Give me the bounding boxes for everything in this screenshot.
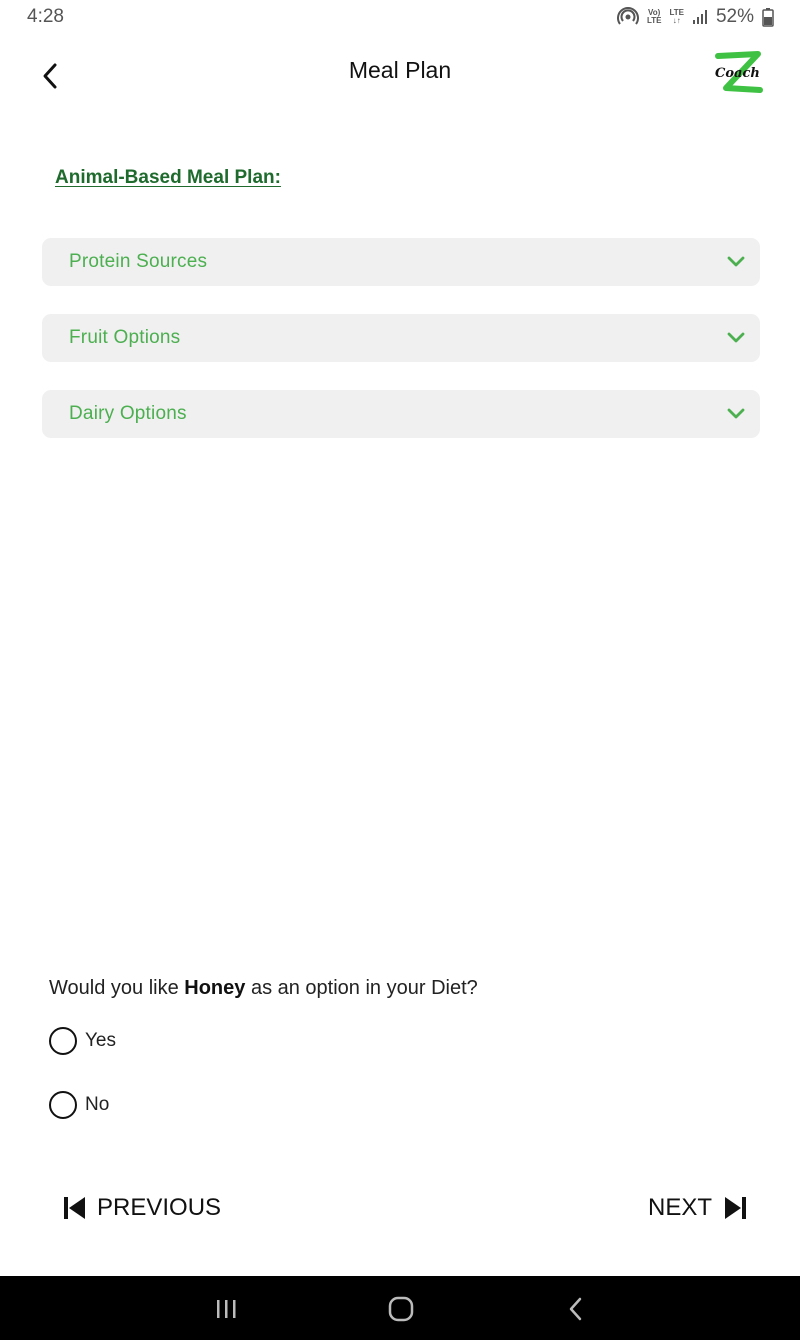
- question-prefix: Would you like: [49, 977, 185, 999]
- radio-option-yes[interactable]: Yes: [49, 1026, 116, 1056]
- home-button[interactable]: [386, 1296, 416, 1322]
- page-title: Meal Plan: [348, 57, 452, 83]
- radio-label: No: [85, 1094, 110, 1115]
- chevron-down-icon: [727, 332, 745, 343]
- chevron-down-icon: [727, 256, 745, 267]
- radio-label: Yes: [85, 1030, 116, 1051]
- status-icons: Vo) LTE LTE ↓↑ 52%: [617, 6, 774, 28]
- system-back-button[interactable]: [562, 1296, 590, 1322]
- radio-button[interactable]: [49, 1027, 77, 1055]
- recent-apps-button[interactable]: [212, 1296, 240, 1322]
- status-time: 4:28: [27, 6, 64, 27]
- previous-button[interactable]: PREVIOUS: [62, 1190, 221, 1226]
- home-icon: [388, 1296, 414, 1322]
- radio-option-no[interactable]: No: [49, 1090, 109, 1120]
- honey-question: Would you like Honey as an option in you…: [49, 977, 478, 1000]
- accordion-label: Dairy Options: [69, 403, 187, 424]
- skip-previous-icon: [64, 1197, 85, 1219]
- coach-z-logo: Coach: [710, 50, 766, 100]
- next-label: NEXT: [648, 1194, 713, 1221]
- hotspot-icon: [617, 7, 639, 25]
- chevron-down-icon: [727, 408, 745, 419]
- status-bar: 4:28 Vo) LTE LTE ↓↑ 52%: [0, 0, 800, 34]
- previous-label: PREVIOUS: [97, 1194, 222, 1221]
- recent-apps-icon: [217, 1300, 236, 1318]
- question-highlight: Honey: [184, 977, 246, 999]
- accordion-label: Protein Sources: [69, 251, 208, 272]
- app-header: Meal Plan Coach: [0, 40, 800, 110]
- meal-plan-heading: Animal-Based Meal Plan:: [55, 167, 281, 188]
- accordion-dairy-options[interactable]: Dairy Options: [42, 390, 760, 438]
- next-button[interactable]: NEXT: [648, 1190, 748, 1226]
- system-navigation-bar: [0, 1276, 800, 1340]
- accordion-fruit-options[interactable]: Fruit Options: [42, 314, 760, 362]
- battery-percentage: 52%: [715, 6, 754, 27]
- signal-icon: [692, 10, 707, 24]
- question-suffix: as an option in your Diet?: [245, 977, 478, 999]
- radio-button[interactable]: [49, 1091, 77, 1119]
- accordion-protein-sources[interactable]: Protein Sources: [42, 238, 760, 286]
- lte-data-icon: LTE ↓↑: [669, 8, 684, 25]
- svg-text:Coach: Coach: [715, 66, 760, 81]
- accordion-label: Fruit Options: [69, 327, 181, 348]
- back-arrow-icon: [569, 1297, 582, 1321]
- volte-icon: Vo) LTE: [646, 8, 662, 25]
- skip-next-icon: [725, 1197, 747, 1219]
- battery-icon: [762, 8, 774, 27]
